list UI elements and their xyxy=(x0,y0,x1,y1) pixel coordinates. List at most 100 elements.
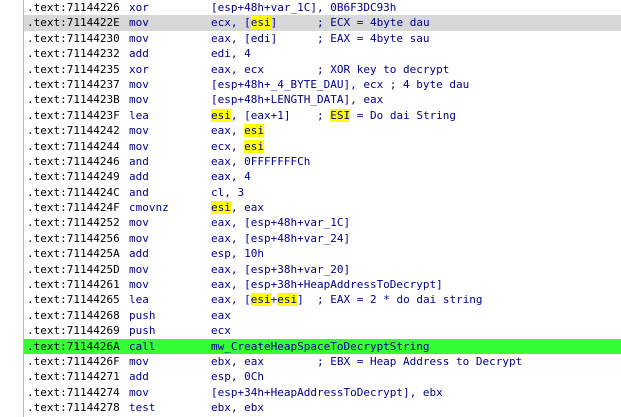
disassembly-line[interactable]: .text:7114422E mov ecx, [esi] ; ECX = 4byt… xyxy=(24,15,621,31)
operand-text: mw_CreateHeapSpaceToDecryptString xyxy=(211,339,430,353)
operands: eax, 4 xyxy=(211,169,251,184)
arrow-gutter xyxy=(0,0,24,417)
disassembly-view[interactable]: .text:71144226 xor [esp+48h+var_1C], 0B6F3… xyxy=(0,0,621,417)
disassembly-line[interactable]: .text:71144265 lea eax, [esi+esi] ; EAX = … xyxy=(24,292,621,307)
mnemonic: cmovnz xyxy=(129,201,169,215)
mnemonic: push xyxy=(129,308,156,322)
mnemonic: mov xyxy=(129,354,149,368)
operand-text: esp, 10h xyxy=(211,247,264,261)
mnemonic: mov xyxy=(129,139,149,153)
operands: eax, [edi] ; EAX = 4byte sau xyxy=(211,31,430,46)
operands: eax, [esi+esi] ; EAX = 2 * do dai string xyxy=(211,292,483,307)
operand-text: [esp+34h+HeapAddressToDecrypt], ebx xyxy=(211,385,443,399)
disassembly-line[interactable]: .text:71144274 mov [esp+34h+HeapAddressToD… xyxy=(24,385,621,400)
address: .text:71144261 xyxy=(27,278,120,292)
operand-text: esp, 0Ch xyxy=(211,370,264,384)
operands: mw_CreateHeapSpaceToDecryptString xyxy=(211,339,430,354)
address: .text:71144226 xyxy=(27,1,120,14)
address: .text:71144237 xyxy=(27,77,120,91)
register-highlight[interactable]: esi xyxy=(277,293,298,307)
register-highlight[interactable]: esi xyxy=(211,201,231,215)
disassembly-line[interactable]: .text:71144261 mov eax, [esp+38h+HeapAddre… xyxy=(24,277,621,292)
disassembly-line[interactable]: .text:71144226 xor [esp+48h+var_1C], 0B6F3… xyxy=(24,0,621,15)
address: .text:71144246 xyxy=(27,154,120,168)
disassembly-line[interactable]: .text:71144235 xor eax, ecx ; XOR key to d… xyxy=(24,62,621,77)
address: .text:71144265 xyxy=(27,293,120,307)
disassembly-line[interactable]: .text:71144230 mov eax, [edi] ; EAX = 4byt… xyxy=(24,31,621,46)
operands: cl, 3 xyxy=(211,185,244,200)
mnemonic: xor xyxy=(129,62,149,76)
operands: ecx xyxy=(211,323,231,338)
operands: ecx, [esi] ; ECX = 4byte dau xyxy=(211,15,430,30)
disassembly-line[interactable]: .text:7114424F cmovnz esi, eax xyxy=(24,200,621,215)
mnemonic: mov xyxy=(129,231,149,245)
address: .text:71144232 xyxy=(27,47,120,61)
register-highlight[interactable]: esi xyxy=(244,124,264,138)
mnemonic: lea xyxy=(129,108,149,122)
operand-text: ecx, xyxy=(211,139,245,153)
disassembly-line[interactable]: .text:7114423B mov [esp+48h+LENGTH_DATA], … xyxy=(24,92,621,107)
disassembly-line[interactable]: .text:71144256 mov eax, [esp+48h+var_24] xyxy=(24,231,621,246)
disassembly-line[interactable]: .text:71144246 and eax, 0FFFFFFFCh xyxy=(24,154,621,169)
operand-text: , eax xyxy=(230,201,264,215)
operands: eax, [esp+48h+var_24] xyxy=(211,231,350,246)
operand-text: ebx, ebx xyxy=(211,401,264,415)
address: .text:7114425A xyxy=(27,247,120,261)
mnemonic: push xyxy=(129,324,156,338)
disassembly-line[interactable]: .text:71144249 add eax, 4 xyxy=(24,169,621,184)
operand-text: eax, 0FFFFFFFCh xyxy=(211,154,311,168)
operands: [esp+48h+LENGTH_DATA], eax xyxy=(211,92,383,107)
register-highlight[interactable]: esi xyxy=(250,16,271,30)
disassembly-line[interactable]: .text:7114424C and cl, 3 xyxy=(24,185,621,200)
operand-text: ] ; EAX = 2 * do dai string xyxy=(297,293,483,307)
disassembly-line[interactable]: .text:71144252 mov eax, [esp+48h+var_1C] xyxy=(24,215,621,230)
disassembly-line[interactable]: .text:71144278 test ebx, ebx xyxy=(24,400,621,415)
mnemonic: mov xyxy=(129,216,149,230)
operand-text: [esp+48h+var_1C], 0B6F3DC93h xyxy=(211,1,397,14)
address: .text:71144274 xyxy=(27,385,120,399)
register-highlight[interactable]: ESI xyxy=(330,108,351,122)
operand-text: [esp+48h+LENGTH_DATA], eax xyxy=(211,93,384,107)
operands: edi, 4 xyxy=(211,46,251,61)
disassembly-line[interactable]: .text:71144244 mov ecx, esi xyxy=(24,139,621,154)
disassembly-line[interactable]: .text:71144232 add edi, 4 xyxy=(24,46,621,61)
disassembly-line[interactable]: .text:71144271 add esp, 0Ch xyxy=(24,369,621,384)
address: .text:7114426F xyxy=(27,354,120,368)
mnemonic: and xyxy=(129,154,149,168)
disassembly-line[interactable]: .text:7114426F mov ebx, eax ; EBX = Heap A… xyxy=(24,354,621,369)
mnemonic: test xyxy=(129,401,156,415)
operands: eax xyxy=(211,308,231,323)
address: .text:7114423B xyxy=(27,93,120,107)
mnemonic: mov xyxy=(129,385,149,399)
address: .text:71144235 xyxy=(27,62,120,76)
mnemonic: call xyxy=(129,339,156,353)
register-highlight[interactable]: esi xyxy=(244,139,264,153)
disassembly-line[interactable]: .text:71144242 mov eax, esi xyxy=(24,123,621,138)
register-highlight[interactable]: esi xyxy=(211,108,231,122)
operand-text: ecx, [ xyxy=(211,16,251,30)
address: .text:71144242 xyxy=(27,124,120,138)
disassembly-line[interactable]: .text:71144237 mov [esp+48h+_4_BYTE_DAU], … xyxy=(24,77,621,92)
mnemonic: mov xyxy=(129,124,149,138)
mnemonic: mov xyxy=(129,278,149,292)
disassembly-line[interactable]: .text:7114425D mov eax, [esp+38h+var_20] xyxy=(24,262,621,277)
register-highlight[interactable]: esi xyxy=(250,293,271,307)
disassembly-line[interactable]: .text:7114423F lea esi, [eax+1] ; ESI = Do… xyxy=(24,108,621,123)
disassembly-line[interactable]: .text:7114425A add esp, 10h xyxy=(24,246,621,261)
disassembly-line[interactable]: .text:71144269 push ecx xyxy=(24,323,621,338)
operands: eax, [esp+38h+var_20] xyxy=(211,262,350,277)
address: .text:7114422E xyxy=(27,16,120,30)
operands: eax, esi xyxy=(211,123,264,138)
address: .text:7114426A xyxy=(27,339,120,353)
operand-text: eax, [esp+38h+var_20] xyxy=(211,262,351,276)
operand-text: eax, [esp+48h+var_24] xyxy=(211,231,351,245)
operand-text: eax, [esp+38h+HeapAddressToDecrypt] xyxy=(211,278,443,292)
disassembly-line[interactable]: .text:71144268 push eax xyxy=(24,308,621,323)
operands: [esp+48h+_4_BYTE_DAU], ecx ; 4 byte dau xyxy=(211,77,469,92)
operand-text: = Do dai String xyxy=(350,108,457,122)
mnemonic: lea xyxy=(129,293,149,307)
highlighted-call-line[interactable]: .text:7114426A call mw_CreateHeapSpaceToDe… xyxy=(24,338,621,354)
operands: ebx, ebx xyxy=(211,400,264,415)
operand-text: eax, [ xyxy=(211,293,251,307)
disassembly-listing: .text:71144226 xor [esp+48h+var_1C], 0B6F3… xyxy=(24,0,621,417)
